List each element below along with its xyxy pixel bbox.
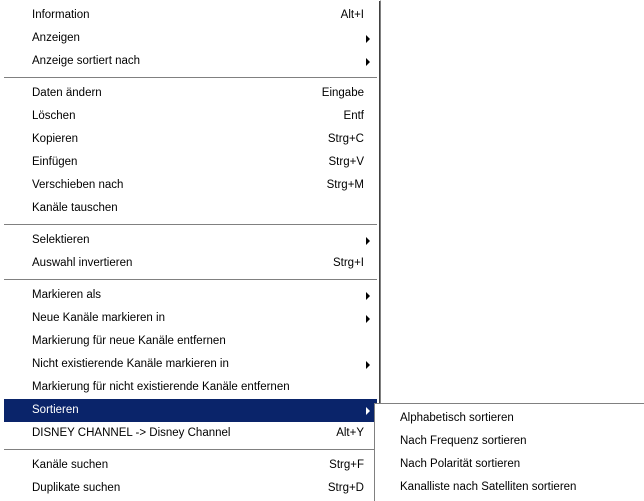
- menu-item-shortcut: Strg+D: [327, 482, 364, 494]
- menu-item-label: Markieren als: [32, 289, 102, 301]
- menu-item-label: Verschieben nach: [32, 179, 124, 191]
- context-menu: Information Alt+I Anzeigen Anzeige sorti…: [0, 0, 381, 501]
- menu-item-label: Kanäle tauschen: [32, 202, 118, 214]
- submenu-item-nach-polaritaet-sortieren[interactable]: Nach Polarität sortieren: [378, 453, 641, 476]
- menu-item-shortcut: Strg+M: [326, 179, 364, 191]
- menu-item-label: Duplikate suchen: [32, 482, 121, 494]
- menu-item-label: Selektieren: [32, 234, 90, 246]
- menu-item-shortcut: Strg+F: [329, 459, 364, 471]
- submenu-arrow-icon: [366, 58, 370, 66]
- menu-item-label: Auswahl invertieren: [32, 257, 133, 269]
- menu-item-label: Kanalliste nach Satelliten sortieren: [400, 481, 577, 493]
- menu-item-label: Sortieren: [32, 404, 79, 416]
- menu-item-label: DISNEY CHANNEL -> Disney Channel: [32, 427, 231, 439]
- menu-item-label: Nach Polarität sortieren: [400, 458, 521, 470]
- menu-item-kopieren[interactable]: Kopieren Strg+C: [4, 128, 377, 151]
- menu-item-markierung-neue-kanaele-entfernen[interactable]: Markierung für neue Kanäle entfernen: [4, 330, 377, 353]
- menu-item-daten-aendern[interactable]: Daten ändern Eingabe: [4, 82, 377, 105]
- menu-item-label: Nicht existierende Kanäle markieren in: [32, 358, 229, 370]
- submenu-arrow-icon: [366, 407, 370, 415]
- menu-item-shortcut: Alt+Y: [336, 427, 364, 439]
- menu-item-duplikate-suchen[interactable]: Duplikate suchen Strg+D: [4, 477, 377, 500]
- menu-item-label: Neue Kanäle markieren in: [32, 312, 165, 324]
- submenu-item-alphabetisch-sortieren[interactable]: Alphabetisch sortieren: [378, 407, 641, 430]
- menu-item-markieren-als[interactable]: Markieren als: [4, 284, 377, 307]
- menu-item-disney-channel-rename[interactable]: DISNEY CHANNEL -> Disney Channel Alt+Y: [4, 422, 377, 445]
- sort-submenu: Alphabetisch sortieren Nach Frequenz sor…: [374, 403, 644, 501]
- menu-item-label: Daten ändern: [32, 87, 102, 99]
- submenu-arrow-icon: [366, 292, 370, 300]
- menu-item-sortieren[interactable]: Sortieren: [4, 399, 377, 422]
- menu-separator: [4, 445, 377, 454]
- menu-item-shortcut: Strg+V: [328, 156, 364, 168]
- menu-item-loeschen[interactable]: Löschen Entf: [4, 105, 377, 128]
- menu-item-kanaele-suchen[interactable]: Kanäle suchen Strg+F: [4, 454, 377, 477]
- menu-separator: [4, 73, 377, 82]
- menu-item-label: Einfügen: [32, 156, 78, 168]
- menu-item-shortcut: Strg+C: [327, 133, 364, 145]
- menu-item-nicht-existierende-kanaele-markieren-in[interactable]: Nicht existierende Kanäle markieren in: [4, 353, 377, 376]
- submenu-arrow-icon: [366, 361, 370, 369]
- menu-item-label: Alphabetisch sortieren: [400, 412, 514, 424]
- menu-item-einfuegen[interactable]: Einfügen Strg+V: [4, 151, 377, 174]
- menu-item-auswahl-invertieren[interactable]: Auswahl invertieren Strg+I: [4, 252, 377, 275]
- menu-item-label: Markierung für neue Kanäle entfernen: [32, 335, 226, 347]
- submenu-arrow-icon: [366, 35, 370, 43]
- menu-item-selektieren[interactable]: Selektieren: [4, 229, 377, 252]
- menu-separator: [4, 220, 377, 229]
- menu-item-kanaele-tauschen[interactable]: Kanäle tauschen: [4, 197, 377, 220]
- menu-item-label: Anzeige sortiert nach: [32, 55, 141, 67]
- menu-item-label: Löschen: [32, 110, 76, 122]
- menu-item-anzeige-sortiert-nach[interactable]: Anzeige sortiert nach: [4, 50, 377, 73]
- menu-item-shortcut: Eingabe: [321, 87, 364, 99]
- menu-item-label: Information: [32, 9, 90, 21]
- menu-item-shortcut: Alt+I: [340, 9, 364, 21]
- menu-item-label: Markierung für nicht existierende Kanäle…: [32, 381, 290, 393]
- menu-item-label: Kopieren: [32, 133, 79, 145]
- submenu-item-nach-frequenz-sortieren[interactable]: Nach Frequenz sortieren: [378, 430, 641, 453]
- menu-separator: [4, 275, 377, 284]
- menu-item-neue-kanaele-markieren-in[interactable]: Neue Kanäle markieren in: [4, 307, 377, 330]
- menu-item-shortcut: Strg+I: [332, 257, 364, 269]
- menu-item-verschieben-nach[interactable]: Verschieben nach Strg+M: [4, 174, 377, 197]
- menu-item-anzeigen[interactable]: Anzeigen: [4, 27, 377, 50]
- menu-item-information[interactable]: Information Alt+I: [4, 4, 377, 27]
- submenu-arrow-icon: [366, 315, 370, 323]
- submenu-item-kanalliste-nach-satelliten-sortieren[interactable]: Kanalliste nach Satelliten sortieren: [378, 476, 641, 499]
- menu-item-label: Nach Frequenz sortieren: [400, 435, 527, 447]
- menu-item-shortcut: Entf: [343, 110, 364, 122]
- submenu-arrow-icon: [366, 237, 370, 245]
- menu-item-label: Anzeigen: [32, 32, 80, 44]
- menu-item-markierung-nicht-existierende-kanaele-entfernen[interactable]: Markierung für nicht existierende Kanäle…: [4, 376, 377, 399]
- menu-item-label: Kanäle suchen: [32, 459, 109, 471]
